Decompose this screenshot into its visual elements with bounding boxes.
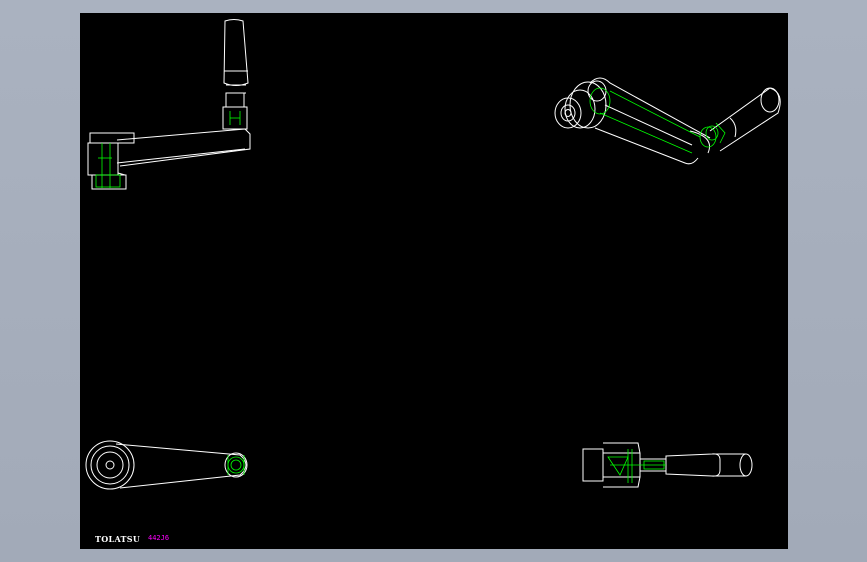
crank-arm [116, 128, 251, 167]
grip [222, 19, 249, 130]
cad-drawing [85, 19, 781, 490]
hidden-lines [227, 455, 245, 475]
part-number: 442J6 [148, 534, 170, 542]
hidden-lines [607, 449, 666, 483]
hidden-lines [589, 87, 726, 154]
isometric-view [554, 77, 781, 165]
top-view [85, 440, 248, 490]
front-view [87, 19, 251, 190]
side-view [582, 442, 753, 488]
drawing-canvas: TOLATSU 442J6 [80, 13, 788, 549]
brand-label: TOLATSU [95, 534, 141, 544]
crank-arm [589, 77, 711, 165]
hub [87, 132, 135, 190]
